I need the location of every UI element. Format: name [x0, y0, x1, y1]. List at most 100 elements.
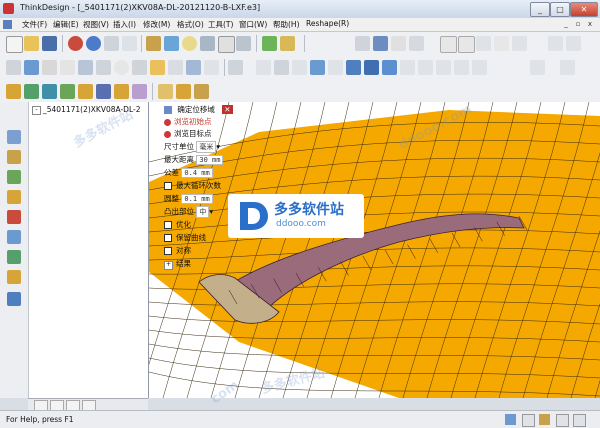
layer-icon[interactable] — [262, 36, 277, 51]
assembly-icon[interactable] — [176, 84, 191, 99]
part-icon[interactable] — [158, 84, 173, 99]
layers-icon[interactable] — [7, 170, 21, 184]
thicken-icon[interactable] — [418, 60, 433, 75]
hole-icon[interactable] — [114, 84, 129, 99]
mdi-close-button[interactable]: x — [585, 19, 595, 29]
browse-target-points[interactable]: 浏览目标点 — [164, 128, 212, 139]
line-icon[interactable] — [24, 60, 39, 75]
panel-close-button[interactable]: ✕ — [222, 105, 233, 114]
measure-icon[interactable] — [218, 36, 235, 53]
grid-status-icon[interactable] — [539, 414, 550, 425]
extrude-icon[interactable] — [24, 84, 39, 99]
project-icon[interactable] — [186, 60, 201, 75]
keep-curves-row[interactable]: 保留曲线 — [164, 232, 206, 243]
menu-format[interactable]: 格式(O) — [177, 19, 204, 30]
solid-fillet-icon[interactable] — [78, 84, 93, 99]
intersect-icon[interactable] — [204, 60, 219, 75]
undo-icon[interactable] — [68, 36, 83, 51]
snap-icon[interactable] — [512, 36, 527, 51]
menu-view[interactable]: 视图(V) — [83, 19, 109, 30]
orbit-icon[interactable] — [566, 36, 581, 51]
maximize-button[interactable]: □ — [550, 2, 570, 17]
menu-window[interactable]: 窗口(W) — [239, 19, 267, 30]
point-icon[interactable] — [6, 60, 21, 75]
materials-icon[interactable] — [7, 190, 21, 204]
menu-edit[interactable]: 编辑(E) — [53, 19, 79, 30]
filter-icon[interactable] — [476, 36, 491, 51]
expand-results-toggle[interactable]: + — [164, 261, 173, 270]
views-icon[interactable] — [7, 230, 21, 244]
new-file-icon[interactable] — [6, 36, 23, 53]
units-status-icon[interactable] — [573, 414, 586, 427]
zoom-icon[interactable] — [182, 36, 197, 51]
tree-collapse-toggle[interactable]: - — [32, 105, 41, 115]
patch-icon[interactable] — [346, 60, 361, 75]
optimize-checkbox[interactable] — [164, 221, 172, 229]
keep-curves-checkbox[interactable] — [164, 234, 172, 242]
chevron-down-icon[interactable]: ▾ — [216, 142, 220, 151]
offset-icon[interactable] — [150, 60, 165, 75]
rotate-icon[interactable] — [391, 36, 406, 51]
sweep-icon[interactable] — [256, 60, 271, 75]
shell-icon[interactable] — [400, 60, 415, 75]
analysis-icon[interactable] — [472, 60, 487, 75]
redo-icon[interactable] — [86, 36, 101, 51]
mdi-restore-button[interactable]: ▫ — [573, 19, 583, 29]
chevron-down-icon[interactable]: ▾ — [209, 207, 213, 216]
grid-snap-icon[interactable] — [560, 60, 575, 75]
component-icon[interactable] — [194, 84, 209, 99]
properties-icon[interactable] — [280, 36, 295, 51]
polyline-icon[interactable] — [42, 60, 57, 75]
join-icon[interactable] — [454, 60, 469, 75]
loft-icon[interactable] — [274, 60, 289, 75]
ortho-status-icon[interactable] — [556, 414, 569, 427]
chamfer-icon[interactable] — [96, 84, 111, 99]
max-iterations-checkbox[interactable] — [164, 182, 172, 190]
tree-view-icon[interactable] — [7, 130, 21, 144]
split-icon[interactable] — [436, 60, 451, 75]
render-icon[interactable] — [7, 250, 21, 264]
pen-icon[interactable] — [505, 414, 516, 425]
max-distance-input[interactable]: 30 mm — [196, 155, 224, 165]
menu-tools[interactable]: 工具(T) — [208, 19, 233, 30]
grid-icon[interactable] — [200, 36, 215, 51]
menu-modify[interactable]: 修改(M) — [143, 19, 170, 30]
optimize-row[interactable]: 优化 — [164, 219, 191, 230]
revolve-solid-icon[interactable] — [42, 84, 57, 99]
mdi-minimize-button[interactable]: _ — [561, 19, 571, 29]
boolean-icon[interactable] — [60, 84, 75, 99]
browse-start-points[interactable]: 浏览初始点 — [164, 116, 212, 127]
select-arrow-icon[interactable] — [440, 36, 457, 53]
blend-icon[interactable] — [292, 60, 307, 75]
unit-select[interactable]: 毫米 — [196, 141, 217, 153]
pan-icon[interactable] — [548, 36, 563, 51]
menu-file[interactable]: 文件(F) — [22, 19, 47, 30]
dimensions-icon[interactable] — [7, 210, 21, 224]
circle-icon[interactable] — [78, 60, 93, 75]
sheet-icon[interactable] — [236, 36, 251, 51]
open-folder-icon[interactable] — [24, 36, 39, 51]
symmetry-checkbox[interactable] — [164, 247, 172, 255]
select-window-icon[interactable] — [458, 36, 475, 53]
ellipse-icon[interactable] — [114, 60, 129, 75]
convex-select[interactable]: 中 — [196, 206, 210, 218]
results-row[interactable]: + 结果 — [164, 258, 191, 270]
menu-insert[interactable]: 插入(I) — [113, 19, 136, 30]
cube-view-icon[interactable] — [146, 36, 161, 51]
spline-icon[interactable] — [96, 60, 111, 75]
max-iterations-row[interactable]: 最大循环次数 — [164, 180, 221, 191]
fillet-input[interactable]: 0.1 mm — [181, 194, 213, 204]
curve-icon[interactable] — [132, 60, 147, 75]
box-icon[interactable] — [6, 84, 21, 99]
help-panel-icon[interactable] — [7, 292, 21, 306]
shaded-view-icon[interactable] — [164, 36, 179, 51]
eraser-icon[interactable] — [530, 60, 545, 75]
symmetry-row[interactable]: 对称 — [164, 245, 191, 256]
minimize-button[interactable]: _ — [530, 2, 550, 17]
transform-icon[interactable] — [355, 36, 370, 51]
pick-point-icon[interactable] — [494, 36, 509, 51]
snap-status-icon[interactable] — [522, 414, 535, 427]
history-icon[interactable] — [7, 150, 21, 164]
revolve-icon[interactable] — [382, 60, 397, 75]
close-button[interactable]: ✕ — [570, 2, 598, 17]
